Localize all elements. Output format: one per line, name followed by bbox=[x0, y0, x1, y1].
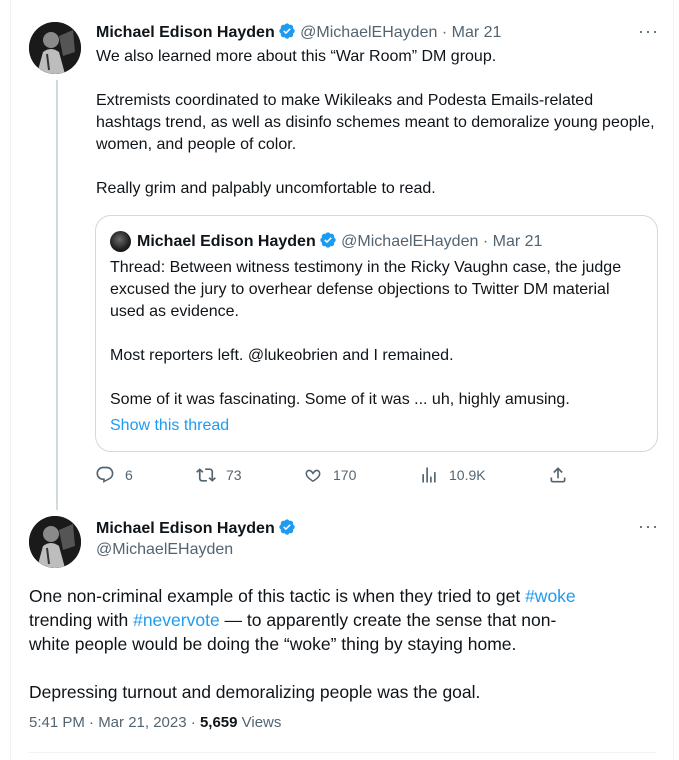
thread-connector-line bbox=[56, 80, 58, 510]
like-button[interactable]: 170 bbox=[303, 465, 356, 485]
retweet-count: 73 bbox=[226, 467, 242, 483]
verified-badge-icon bbox=[320, 232, 336, 248]
quoted-avatar bbox=[110, 231, 131, 252]
share-icon bbox=[550, 467, 566, 483]
like-icon bbox=[305, 469, 321, 482]
quoted-date: Mar 21 bbox=[492, 233, 543, 250]
like-count: 170 bbox=[333, 467, 357, 483]
text-segment: One non-criminal example of this tactic … bbox=[29, 586, 526, 606]
tweet-meta: 5:41 PM · Mar 21, 2023 · 5,659 Views bbox=[29, 714, 281, 731]
tweet-2-text: One non-criminal example of this tactic … bbox=[29, 584, 659, 704]
avatar-photo-icon bbox=[29, 516, 81, 568]
retweet-button[interactable]: 73 bbox=[196, 465, 242, 485]
more-icon[interactable]: ··· bbox=[638, 517, 659, 535]
author-handle[interactable]: @MichaelEHayden bbox=[96, 541, 233, 559]
views-button[interactable]: 10.9K bbox=[419, 465, 486, 485]
tweet-1-header: Michael Edison Hayden @MichaelEHayden · … bbox=[96, 22, 501, 42]
verified-badge-icon bbox=[279, 23, 295, 39]
retweet-icon bbox=[196, 468, 216, 482]
quoted-author-handle: @MichaelEHayden bbox=[341, 233, 479, 250]
separator-dot: · bbox=[441, 24, 448, 41]
tweet-date[interactable]: Mar 21 bbox=[452, 24, 502, 41]
show-thread-link[interactable]: Show this thread bbox=[110, 417, 229, 435]
quoted-header: Michael Edison Hayden @MichaelEHayden · … bbox=[137, 231, 542, 251]
text-segment: trending with bbox=[29, 610, 129, 630]
hashtag-nevervote[interactable]: #nevervote bbox=[133, 610, 220, 630]
avatar[interactable] bbox=[29, 22, 81, 74]
quoted-tweet[interactable]: Michael Edison Hayden @MichaelEHayden · … bbox=[95, 215, 658, 452]
more-icon[interactable]: ··· bbox=[638, 22, 659, 40]
author-name[interactable]: Michael Edison Hayden bbox=[96, 520, 275, 537]
avatar-photo-icon bbox=[29, 22, 81, 74]
author-handle[interactable]: @MichaelEHayden bbox=[300, 24, 437, 41]
divider bbox=[29, 752, 656, 753]
views-count: 10.9K bbox=[449, 467, 486, 483]
verified-badge-icon bbox=[279, 519, 295, 535]
reply-count: 6 bbox=[125, 467, 133, 483]
separator-dot: · bbox=[482, 233, 489, 250]
views-label: Views bbox=[237, 714, 282, 731]
separator-dot: · bbox=[186, 714, 200, 731]
quoted-author-name: Michael Edison Hayden bbox=[137, 233, 316, 250]
quoted-text: Thread: Between witness testimony in the… bbox=[110, 259, 622, 408]
author-name[interactable]: Michael Edison Hayden bbox=[96, 24, 275, 41]
timestamp[interactable]: 5:41 PM · Mar 21, 2023 bbox=[29, 714, 187, 731]
reply-button[interactable]: 6 bbox=[95, 465, 133, 485]
hashtag-woke[interactable]: #woke bbox=[525, 586, 576, 606]
views-count: 5,659 bbox=[199, 714, 238, 731]
avatar[interactable] bbox=[29, 516, 81, 568]
tweet-1-text: We also learned more about this “War Roo… bbox=[96, 48, 655, 197]
reply-icon bbox=[96, 466, 114, 483]
share-button[interactable] bbox=[548, 465, 568, 485]
views-icon bbox=[422, 467, 436, 483]
tweet-2-header: Michael Edison Hayden bbox=[96, 518, 296, 538]
